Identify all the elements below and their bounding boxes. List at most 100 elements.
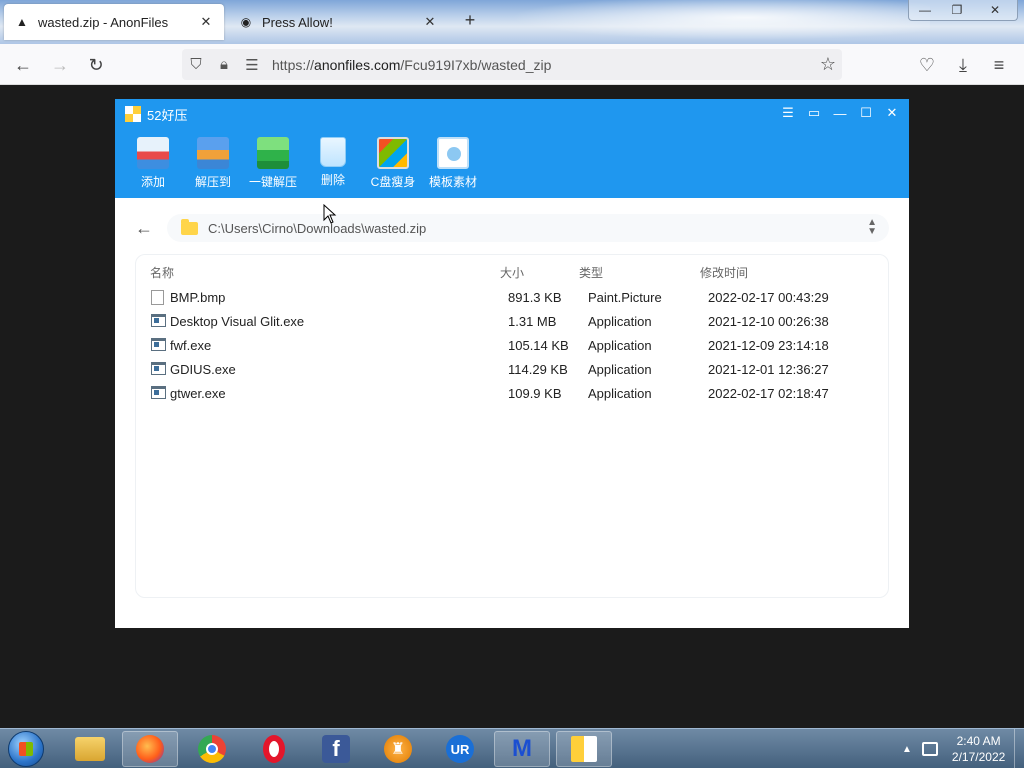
taskbar-ur-browser[interactable]: UR xyxy=(432,731,488,767)
file-row[interactable]: Desktop Visual Glit.exe 1.31 MB Applicat… xyxy=(136,310,888,334)
file-type: Application xyxy=(588,386,652,401)
tab-title: Press Allow! xyxy=(262,14,333,30)
menu-icon[interactable]: ≡ xyxy=(986,52,1012,78)
bookmark-star-icon[interactable]: ☆ xyxy=(820,54,836,75)
file-type: Paint.Picture xyxy=(588,290,662,305)
folder-icon xyxy=(181,218,198,235)
column-name[interactable]: 名称 xyxy=(150,264,174,281)
file-name: Desktop Visual Glit.exe xyxy=(170,314,305,329)
app-toolbar: 添加 解压到 一键解压 删除 C盘瘦身 模板素材 xyxy=(123,137,483,190)
file-modified: 2022-02-17 00:43:29 xyxy=(708,290,829,305)
file-type: Application xyxy=(588,338,652,353)
show-hidden-icons-icon[interactable]: ▲ xyxy=(902,744,912,755)
close-window-button[interactable]: ✕ xyxy=(973,0,1017,20)
file-row[interactable]: gtwer.exe 109.9 KB Application 2022-02-1… xyxy=(136,382,888,406)
bmp-file-icon xyxy=(151,290,164,305)
add-button[interactable]: 添加 xyxy=(123,137,183,190)
taskbar-shield-app[interactable]: ♜ xyxy=(370,731,426,767)
file-row[interactable]: fwf.exe 105.14 KB Application 2021-12-09… xyxy=(136,334,888,358)
pocket-icon[interactable]: ♡ xyxy=(914,52,940,78)
lock-icon[interactable]: 🔒︎ xyxy=(210,56,238,73)
window-controls: — ❐ ✕ xyxy=(908,0,1018,21)
tab-anonfiles[interactable]: ▲ wasted.zip - AnonFiles ✕ xyxy=(4,4,224,40)
file-type: Application xyxy=(588,362,652,377)
file-size: 105.14 KB xyxy=(508,338,569,353)
malwarebytes-icon: M xyxy=(512,735,532,762)
minimize-button[interactable]: — xyxy=(909,0,941,20)
minimize-button[interactable]: — xyxy=(829,103,851,123)
taskbar-52haoya[interactable] xyxy=(556,731,612,767)
facebook-icon: f xyxy=(322,735,350,763)
file-size: 891.3 KB xyxy=(508,290,562,305)
template-assets-button[interactable]: 模板素材 xyxy=(423,137,483,190)
taskbar-chrome[interactable] xyxy=(184,731,240,767)
trash-icon xyxy=(320,137,346,167)
feedback-icon[interactable]: ▭ xyxy=(803,103,825,123)
back-arrow-icon[interactable]: ← xyxy=(135,216,155,240)
tracking-shield-icon[interactable]: ⛉ xyxy=(182,56,210,73)
file-row[interactable]: GDIUS.exe 114.29 KB Application 2021-12-… xyxy=(136,358,888,382)
taskbar-facebook[interactable]: f xyxy=(308,731,364,767)
tab-press-allow[interactable]: ◉ Press Allow! ✕ xyxy=(228,4,448,40)
maximize-button[interactable]: ☐ xyxy=(855,103,877,123)
file-size: 109.9 KB xyxy=(508,386,562,401)
path-field[interactable]: C:\Users\Cirno\Downloads\wasted.zip ▲ ▼ xyxy=(167,214,889,242)
back-arrow-icon[interactable]: ← xyxy=(10,52,36,78)
firefox-icon xyxy=(136,735,164,763)
add-icon xyxy=(137,137,169,169)
app-window-controls: ☰ ▭ — ☐ ✕ xyxy=(777,103,903,123)
column-modified[interactable]: 修改时间 xyxy=(700,264,748,281)
exe-file-icon xyxy=(151,386,166,399)
file-name: fwf.exe xyxy=(170,338,212,353)
column-type[interactable]: 类型 xyxy=(579,264,603,281)
app-logo-icon xyxy=(125,106,141,122)
path-text: C:\Users\Cirno\Downloads\wasted.zip xyxy=(208,220,427,236)
c-drive-cleanup-button[interactable]: C盘瘦身 xyxy=(363,137,423,190)
one-click-extract-button[interactable]: 一键解压 xyxy=(243,137,303,190)
clock[interactable]: 2:40 AM 2/17/2022 xyxy=(952,733,1005,765)
extract-icon xyxy=(197,137,229,169)
restore-button[interactable]: ❐ xyxy=(941,0,973,20)
app-header: 52好压 ☰ ▭ — ☐ ✕ 添加 解压到 一键解压 删除 C盘瘦身 模板素材 xyxy=(115,99,909,198)
path-dropdown-icon[interactable]: ▲ ▼ xyxy=(867,218,877,237)
file-list: 名称 大小 类型 修改时间 BMP.bmp 891.3 KB Paint.Pic… xyxy=(135,254,889,598)
opera-icon xyxy=(263,735,285,763)
column-size[interactable]: 大小 xyxy=(500,264,524,281)
show-desktop-button[interactable] xyxy=(1014,729,1024,768)
52haoya-icon xyxy=(571,736,597,762)
reload-icon[interactable]: ↻ xyxy=(83,52,109,78)
ur-browser-icon: UR xyxy=(446,735,474,763)
clock-time: 2:40 AM xyxy=(956,734,1001,748)
exe-file-icon xyxy=(151,314,166,327)
file-row[interactable]: BMP.bmp 891.3 KB Paint.Picture 2022-02-1… xyxy=(136,286,888,310)
exe-file-icon xyxy=(151,362,166,375)
new-tab-button[interactable]: + xyxy=(460,10,480,34)
taskbar-opera[interactable] xyxy=(246,731,302,767)
file-name: BMP.bmp xyxy=(170,290,226,305)
downloads-icon[interactable]: ⤓ xyxy=(950,52,976,78)
address-bar[interactable]: ⛉ 🔒︎ ☰ https://anonfiles.com/Fcu919I7xb/… xyxy=(182,49,842,80)
permissions-icon[interactable]: ☰ xyxy=(238,56,266,74)
tab-close-icon[interactable]: ✕ xyxy=(422,14,438,30)
taskbar-malwarebytes[interactable]: M xyxy=(494,731,550,767)
tab-title: wasted.zip - AnonFiles xyxy=(38,14,169,30)
mouse-cursor-icon xyxy=(323,204,337,224)
list-menu-icon[interactable]: ☰ xyxy=(777,103,799,123)
folder-icon xyxy=(75,737,105,761)
exe-file-icon xyxy=(151,338,166,351)
forward-arrow-icon[interactable]: → xyxy=(47,52,73,78)
network-icon[interactable] xyxy=(921,742,938,756)
file-modified: 2021-12-09 23:14:18 xyxy=(708,338,829,353)
delete-button[interactable]: 删除 xyxy=(303,137,363,190)
file-modified: 2021-12-10 00:26:38 xyxy=(708,314,829,329)
file-name: GDIUS.exe xyxy=(170,362,236,377)
browser-tab-strip: ▲ wasted.zip - AnonFiles ✕ ◉ Press Allow… xyxy=(0,0,1024,44)
taskbar-firefox[interactable] xyxy=(122,731,178,767)
shield-icon: ♜ xyxy=(384,735,412,763)
taskbar: f ♜ UR M ▲ 2:40 AM 2/17/2022 xyxy=(0,728,1024,768)
taskbar-explorer[interactable] xyxy=(62,731,118,767)
extract-to-button[interactable]: 解压到 xyxy=(183,137,243,190)
tab-close-icon[interactable]: ✕ xyxy=(198,14,214,30)
start-button[interactable] xyxy=(8,731,44,767)
close-button[interactable]: ✕ xyxy=(881,103,903,123)
